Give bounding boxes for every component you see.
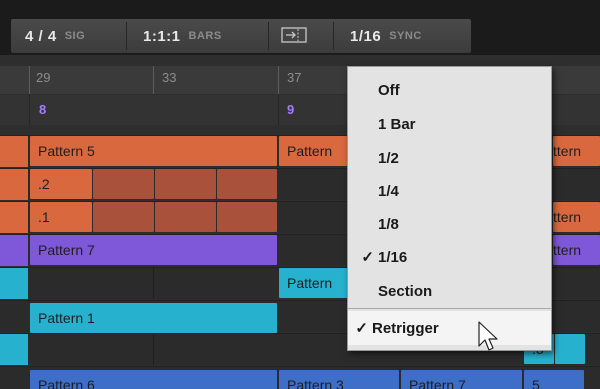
quantize-label: SYNC (389, 30, 422, 42)
ruler-bar-label: 37 (287, 70, 302, 85)
menu-item-label: Off (378, 81, 400, 99)
check-icon: ✓ (355, 320, 368, 337)
track-color-strip[interactable] (0, 334, 28, 365)
pattern-clip[interactable]: Pattern 7 (30, 235, 277, 265)
menu-separator (348, 308, 551, 309)
sub-clip-empty[interactable] (555, 334, 585, 364)
time-signature-value: 4 / 4 (25, 27, 57, 45)
toolbar-divider (333, 22, 334, 50)
ruler-tick (153, 66, 154, 94)
menu-item-label: 1/2 (378, 149, 399, 167)
sub-clip-empty[interactable] (155, 169, 216, 199)
track-color-strip[interactable] (0, 268, 28, 299)
menu-item-1-2[interactable]: 1/2 (348, 141, 551, 175)
section-number: 9 (287, 102, 295, 117)
sub-clip[interactable]: .2 (30, 169, 92, 199)
sub-clip-empty[interactable] (217, 202, 277, 232)
track-color-strip[interactable] (0, 235, 28, 266)
ruler-tick (278, 66, 279, 94)
check-icon: ✓ (361, 249, 374, 266)
menu-item-label: 1/16 (378, 248, 408, 266)
track-color-strip[interactable] (0, 202, 28, 233)
grid-line (278, 95, 279, 125)
follow-playhead-icon[interactable] (281, 27, 307, 43)
pattern-clip[interactable]: Pattern 6 (30, 370, 277, 389)
ruler-bar-label: 33 (162, 70, 177, 85)
menu-item-retrigger[interactable]: ✓ Retrigger (348, 311, 551, 345)
quantize-control[interactable]: 1/16 SYNC (350, 19, 422, 53)
menu-item-1-8[interactable]: 1/8 (348, 207, 551, 241)
pattern-clip[interactable]: Pattern 5 (30, 136, 277, 166)
time-signature-label: SIG (64, 30, 86, 42)
menu-item-1-4[interactable]: 1/4 (348, 174, 551, 208)
sub-clip-empty[interactable] (155, 202, 216, 232)
toolbar-divider (268, 22, 269, 50)
sync-dropdown-menu: Off 1 Bar 1/2 1/4 1/8 ✓ 1/16 Section ✓ R… (347, 66, 552, 351)
ruler-bar-label: 29 (36, 70, 51, 85)
menu-item-label: 1/8 (378, 215, 399, 233)
menu-item-label: Section (378, 282, 433, 300)
grid-line (29, 95, 30, 125)
mouse-cursor-icon (478, 321, 498, 351)
pattern-clip[interactable]: 5 (524, 370, 584, 389)
position-control[interactable]: 1:1:1 BARS (143, 19, 222, 53)
pattern-clip[interactable]: ttern (553, 202, 600, 232)
menu-item-label: 1/4 (378, 182, 399, 200)
ruler-tick (29, 66, 30, 94)
time-signature-control[interactable]: 4 / 4 SIG (25, 19, 85, 53)
position-value: 1:1:1 (143, 27, 181, 45)
menu-item-1-16[interactable]: ✓ 1/16 (348, 240, 551, 274)
position-label: BARS (188, 30, 222, 42)
track-color-strip[interactable] (0, 169, 28, 200)
track-color-strip[interactable] (0, 136, 28, 167)
sub-clip-empty[interactable] (93, 169, 154, 199)
pattern-clip[interactable]: Pattern (279, 136, 349, 166)
menu-item-section[interactable]: Section (348, 274, 551, 308)
section-number: 8 (39, 102, 47, 117)
pattern-clip[interactable]: Pattern 7 (401, 370, 522, 389)
quantize-value: 1/16 (350, 27, 382, 45)
toolbar-divider (126, 22, 127, 50)
grid-line (153, 268, 154, 299)
menu-item-1-bar[interactable]: 1 Bar (348, 107, 551, 141)
grid-line (153, 334, 154, 365)
pattern-clip[interactable]: ttern (553, 235, 600, 265)
menu-item-label: 1 Bar (378, 115, 416, 133)
pattern-clip[interactable]: Pattern (279, 268, 349, 298)
pattern-clip[interactable]: Pattern 1 (30, 303, 277, 333)
sub-clip[interactable]: .1 (30, 202, 92, 232)
menu-item-off[interactable]: Off (348, 73, 551, 107)
pattern-clip[interactable]: ttern (553, 136, 600, 166)
sub-clip-empty[interactable] (217, 169, 277, 199)
sub-clip-empty[interactable] (93, 202, 154, 232)
menu-item-label: Retrigger (372, 319, 439, 337)
pattern-clip[interactable]: Pattern 3 (279, 370, 399, 389)
